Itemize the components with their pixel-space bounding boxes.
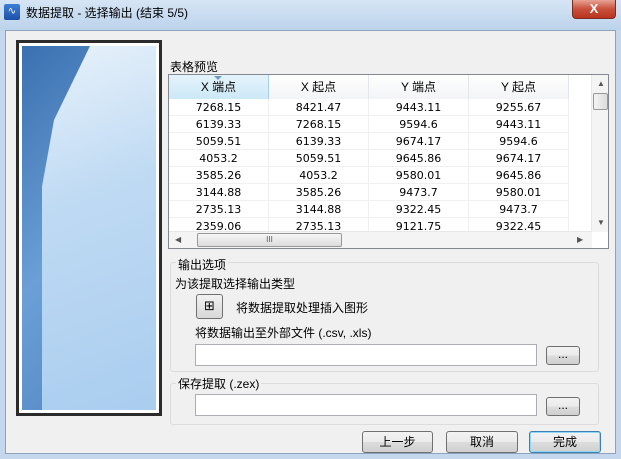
column-header-label: X 端点 bbox=[200, 80, 237, 94]
column-header[interactable]: Y 端点 bbox=[369, 75, 469, 99]
title-bar: ∿ 数据提取 - 选择输出 (结束 5/5) X bbox=[0, 0, 621, 30]
table-cell: 9443.11 bbox=[469, 116, 569, 133]
table-cell: 3144.88 bbox=[169, 184, 269, 201]
external-file-input[interactable] bbox=[195, 344, 537, 366]
sort-indicator-icon bbox=[214, 76, 222, 80]
table-cell: 3585.26 bbox=[169, 167, 269, 184]
table-cell: 9443.11 bbox=[369, 99, 469, 116]
back-button[interactable]: 上一步 bbox=[362, 431, 433, 453]
table-insert-icon: ⊞ bbox=[204, 298, 215, 313]
column-header-label: Y 起点 bbox=[500, 80, 537, 94]
table-cell: 9674.17 bbox=[469, 150, 569, 167]
table-cell: 7268.15 bbox=[169, 99, 269, 116]
table-cell: 9594.6 bbox=[469, 133, 569, 150]
table-cell: 4053.2 bbox=[169, 150, 269, 167]
column-header-label: X 起点 bbox=[300, 80, 337, 94]
column-header[interactable]: X 端点 bbox=[169, 75, 269, 99]
column-header[interactable]: X 起点 bbox=[269, 75, 369, 99]
table-cell: 5059.51 bbox=[169, 133, 269, 150]
column-header-label: Y 端点 bbox=[400, 80, 437, 94]
horizontal-scrollbar[interactable]: ◀ III ▶ bbox=[169, 231, 592, 248]
table-cell: 2735.13 bbox=[169, 201, 269, 218]
table-row: 4053.2 5059.51 9645.86 9674.17 bbox=[169, 150, 569, 167]
table-cell: 9580.01 bbox=[469, 184, 569, 201]
cancel-button[interactable]: 取消 bbox=[446, 431, 518, 453]
close-button[interactable]: X bbox=[572, 0, 616, 19]
horizontal-scroll-thumb[interactable]: III bbox=[197, 233, 342, 247]
table-cell: 9645.86 bbox=[469, 167, 569, 184]
external-file-label: 将数据输出至外部文件 (.csv, .xls) bbox=[195, 326, 372, 340]
column-header[interactable]: Y 起点 bbox=[469, 75, 569, 99]
table-cell: 9645.86 bbox=[369, 150, 469, 167]
table-cell: 9580.01 bbox=[369, 167, 469, 184]
table-cell: 5059.51 bbox=[269, 150, 369, 167]
table-cell: 9255.67 bbox=[469, 99, 569, 116]
scroll-left-icon[interactable]: ◀ bbox=[175, 235, 181, 244]
scroll-down-icon[interactable]: ▼ bbox=[597, 218, 605, 227]
window-title: 数据提取 - 选择输出 (结束 5/5) bbox=[26, 6, 189, 20]
table-cell: 9674.17 bbox=[369, 133, 469, 150]
table-row: 2735.13 3144.88 9322.45 9473.7 bbox=[169, 201, 569, 218]
output-type-prompt: 为该提取选择输出类型 bbox=[175, 277, 296, 291]
table-row: 3585.26 4053.2 9580.01 9645.86 bbox=[169, 167, 569, 184]
preview-table: X 端点 X 起点 Y 端点 Y 起点 7268.15 8421.47 9443.11 92… bbox=[168, 74, 609, 249]
table-cell: 3144.88 bbox=[269, 201, 369, 218]
table-row: 7268.15 8421.47 9443.11 9255.67 bbox=[169, 99, 569, 116]
table-row: 5059.51 6139.33 9674.17 9594.6 bbox=[169, 133, 569, 150]
vertical-scroll-thumb[interactable] bbox=[593, 93, 608, 110]
finish-button[interactable]: 完成 bbox=[529, 431, 601, 453]
table-cell: 9594.6 bbox=[369, 116, 469, 133]
table-preview-label: 表格预览 bbox=[170, 60, 219, 74]
browse-save-button[interactable]: ... bbox=[546, 397, 580, 416]
table-cell: 9322.45 bbox=[369, 201, 469, 218]
table-cell: 4053.2 bbox=[269, 167, 369, 184]
save-extract-label: 保存提取 (.zex) bbox=[176, 375, 262, 392]
page-curl-graphic bbox=[42, 46, 156, 410]
scroll-up-icon[interactable]: ▲ bbox=[597, 79, 605, 88]
save-extract-input[interactable] bbox=[195, 394, 537, 416]
table-cell: 9473.7 bbox=[469, 201, 569, 218]
vertical-scrollbar[interactable]: ▲ ▼ bbox=[591, 75, 608, 232]
table-cell: 3585.26 bbox=[269, 184, 369, 201]
browse-external-button[interactable]: ... bbox=[546, 346, 580, 365]
table-row: 3144.88 3585.26 9473.7 9580.01 bbox=[169, 184, 569, 201]
table-cell: 7268.15 bbox=[269, 116, 369, 133]
table-cell: 6139.33 bbox=[269, 133, 369, 150]
insert-table-button[interactable]: ⊞ bbox=[196, 294, 223, 319]
insert-into-drawing-label: 将数据提取处理插入图形 bbox=[236, 301, 369, 315]
table-cell: 9473.7 bbox=[369, 184, 469, 201]
table-row: 6139.33 7268.15 9594.6 9443.11 bbox=[169, 116, 569, 133]
app-icon: ∿ bbox=[4, 4, 20, 20]
wizard-image bbox=[16, 40, 162, 416]
scroll-right-icon[interactable]: ▶ bbox=[577, 235, 583, 244]
output-options-label: 输出选项 bbox=[176, 256, 229, 273]
table-cell: 8421.47 bbox=[269, 99, 369, 116]
table-cell: 6139.33 bbox=[169, 116, 269, 133]
